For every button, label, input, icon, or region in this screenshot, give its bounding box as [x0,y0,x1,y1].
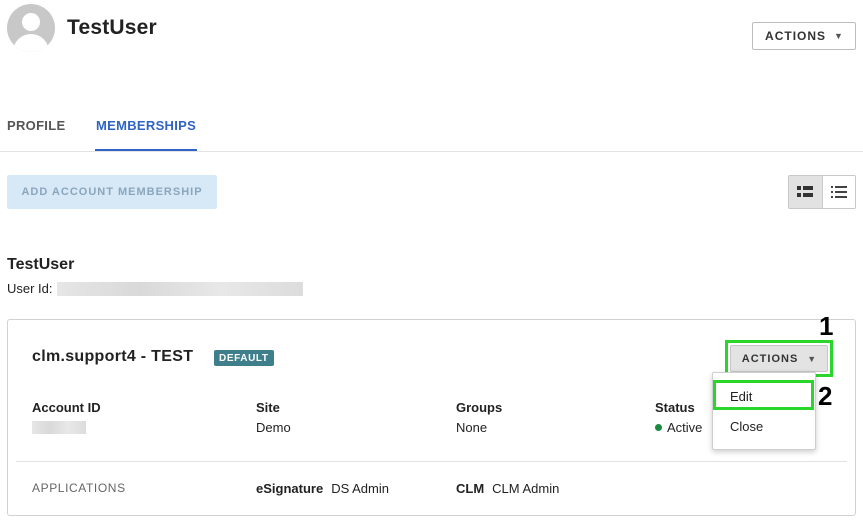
header-actions-label: ACTIONS [765,29,827,43]
header-actions-button[interactable]: ACTIONS ▼ [752,22,856,50]
annotation-highlight-edit [713,380,814,410]
groups-value: None [456,420,488,435]
applications-label: APPLICATIONS [32,481,126,495]
user-id-row: User Id: [7,281,303,296]
application-name: CLM [456,481,485,496]
redacted-user-id [56,281,303,296]
groups-label: Groups [456,400,503,415]
status-value-row: Active [655,420,702,435]
caret-down-icon: ▼ [834,31,843,41]
site-value: Demo [256,420,291,435]
application-role: CLM Admin [492,481,560,496]
account-id-field: Account ID [32,400,101,437]
avatar-head [22,13,40,31]
annotation-number-2: 2 [818,381,833,411]
status-value: Active [667,420,703,435]
groups-field: Groups None [456,400,502,435]
list-view-icon [830,186,847,198]
site-label: Site [256,400,280,415]
tab-memberships[interactable]: MEMBERSHIPS [95,118,198,151]
user-id-label: User Id: [7,281,53,296]
menu-item-close[interactable]: Close [730,419,763,434]
status-label: Status [655,400,695,415]
card-view-button[interactable] [789,176,823,208]
page-title: TestUser [67,16,157,39]
default-badge: DEFAULT [214,350,274,366]
add-account-membership-button[interactable]: ADD ACCOUNT MEMBERSHIP [7,175,217,209]
status-field: Status Active [655,400,702,435]
application-esignature: eSignature DS Admin [256,481,389,496]
tab-profile[interactable]: PROFILE [7,118,65,151]
avatar [7,4,55,52]
account-id-label: Account ID [32,400,101,415]
card-view-icon [797,186,814,197]
application-clm: CLM CLM Admin [456,481,559,496]
redacted-account-id [32,421,86,434]
site-field: Site Demo [256,400,291,435]
application-role: DS Admin [331,481,389,496]
card-divider [16,461,847,462]
user-section-name: TestUser [7,256,75,273]
application-name: eSignature [256,481,324,496]
annotation-number-1: 1 [819,311,834,341]
list-view-button[interactable] [823,176,856,208]
tab-bar: PROFILE MEMBERSHIPS [0,100,863,152]
avatar-body [13,34,49,52]
account-name: clm.support4 - TEST [32,348,194,365]
status-dot-icon [655,424,662,431]
view-toggle [788,175,856,209]
